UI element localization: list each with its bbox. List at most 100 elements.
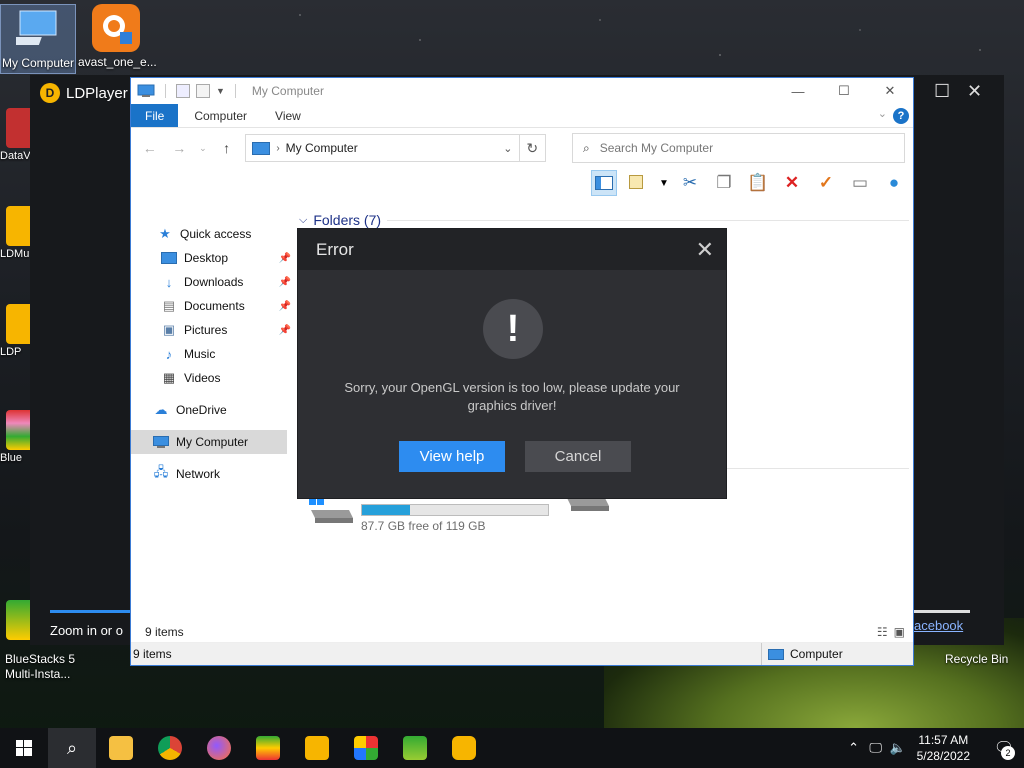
nav-item-my-computer[interactable]: My Computer [131,430,287,454]
network-icon[interactable]: 🖵 [865,740,887,756]
computer-icon [14,5,62,53]
details-view-icon[interactable]: ☷ [877,625,888,639]
drive-usage-fill [362,505,411,515]
clock-date: 5/28/2022 [916,749,970,763]
cut-icon[interactable]: ✂ [677,170,703,196]
start-button[interactable] [0,728,48,768]
ldmultiplayer-icon [304,736,329,760]
folders-group-header[interactable]: ⌵ Folders (7) [299,212,909,228]
nav-item-music[interactable]: ♪ Music [131,342,295,366]
address-dropdown-icon[interactable]: ⌄ [503,142,512,155]
nav-item-pictures[interactable]: ▣ Pictures 📌 [131,318,295,342]
search-input[interactable]: ⌕ Search My Computer [571,133,905,163]
properties-icon[interactable] [176,84,190,98]
desktop-icon-bluestacks-multi[interactable] [0,600,30,642]
minimize-icon[interactable]: — [775,78,821,104]
taskbar-bluestacks[interactable] [243,728,292,768]
volume-icon[interactable]: 🔈 [887,740,909,756]
navigation-pane-icon[interactable] [591,170,617,196]
pin-icon[interactable]: 📌 [279,325,291,336]
ldplayer-title-text: LDPlayer [66,84,128,102]
address-row: ← → ⌄ ↑ › My Computer ⌄ ↻ ⌕ Search My Co… [131,128,913,168]
notification-center-button[interactable]: 🗨 2 [984,728,1024,768]
breadcrumb[interactable]: My Computer [286,141,498,155]
film-icon: ▦ [162,370,176,385]
ldplayer-zoom-text: Zoom in or o [50,623,123,638]
desktop-icon-label: DataV [0,150,31,162]
command-toolbar: ▼ ✂ ❐ 📋 ✕ ✓ ▭ ● [131,168,913,198]
new-folder-icon[interactable] [196,84,210,98]
desktop-icon-bluestacks-multi-label: BlueStacks 5 Multi-Insta... [5,652,75,682]
dialog-header: Error ✕ [298,229,726,270]
breadcrumb-chevron-icon[interactable]: › [276,143,279,154]
maximize-icon[interactable]: ☐ [821,78,867,104]
music-note-icon: ♪ [165,346,173,362]
tab-computer[interactable]: Computer [180,104,261,127]
address-bar[interactable]: › My Computer ⌄ [245,134,520,162]
chrome-icon [157,736,182,760]
tab-file[interactable]: File [131,104,179,127]
maximize-icon[interactable]: ☐ [934,81,950,102]
up-icon[interactable]: ↑ [216,140,238,156]
taskbar-file-explorer[interactable] [96,728,145,768]
back-icon[interactable]: ← [139,140,161,156]
nav-item-network[interactable]: 🖧 Network [131,462,295,486]
show-hidden-icons-icon[interactable]: ⌃ [843,740,865,756]
large-icons-view-icon[interactable]: ▣ [894,625,905,639]
close-icon[interactable]: ✕ [696,237,714,263]
cancel-button[interactable]: Cancel [525,441,631,472]
paste-icon[interactable]: 📋 [745,170,771,196]
taskbar-ldplayer[interactable] [439,728,488,768]
nav-item-desktop[interactable]: Desktop 📌 [131,246,295,270]
pin-icon[interactable]: 📌 [279,253,291,264]
view-help-button[interactable]: View help [399,441,505,472]
desktop-folder-icon [161,250,177,266]
nav-item-quick-access[interactable]: ★ Quick access [131,222,295,246]
window-controls: — ☐ ✕ [775,78,913,104]
taskbar-ldmultiplayer[interactable] [292,728,341,768]
preview-pane-icon[interactable] [625,170,651,196]
nav-item-onedrive[interactable]: ☁ OneDrive [131,398,295,422]
clock[interactable]: 11:57 AM 5/28/2022 [917,732,970,764]
pin-icon[interactable]: 📌 [279,301,291,312]
delete-icon[interactable]: ✕ [779,170,805,196]
nav-item-label: Music [184,347,216,361]
search-icon: ⌕ [582,140,590,155]
globe-icon[interactable]: ● [881,170,907,196]
window-title: My Computer [251,84,324,98]
navigation-pane: ★ Quick access Desktop 📌 ↓ Downloads 📌 ▤… [131,206,295,621]
notification-badge: 2 [1001,746,1015,760]
forward-icon[interactable]: → [169,140,191,156]
pin-icon[interactable]: 📌 [279,277,291,288]
facebook-link[interactable]: acebook [914,618,963,633]
rename-icon[interactable]: ▭ [847,170,873,196]
checkmark-icon[interactable]: ✓ [813,170,839,196]
help-icon[interactable]: ? [893,108,909,124]
nav-item-downloads[interactable]: ↓ Downloads 📌 [131,270,295,294]
copy-icon[interactable]: ❐ [711,170,737,196]
desktop-icon-recycle-bin[interactable]: Recycle Bin [945,652,1008,666]
search-button[interactable]: ⌕ [48,728,96,768]
desktop-icon-my-computer[interactable]: My Computer [0,4,76,74]
close-icon[interactable]: ✕ [967,81,982,102]
nav-item-videos[interactable]: ▦ Videos [131,366,295,390]
expand-ribbon-icon[interactable]: ⌄ [878,107,887,120]
star-icon: ★ [159,226,171,241]
exclamation-icon: ! [483,299,543,359]
tab-view[interactable]: View [261,104,315,127]
nav-item-label: Downloads [184,275,244,289]
close-icon[interactable]: ✕ [867,78,913,104]
desktop-icon-avast[interactable]: avast_one_e... [78,4,157,69]
taskbar-chrome[interactable] [145,728,194,768]
nav-gap [131,390,295,398]
refresh-button[interactable]: ↻ [518,134,546,162]
layout-dropdown-icon[interactable]: ▼ [659,170,669,196]
item-count: 9 items [145,624,184,639]
firefox-icon [206,736,231,760]
taskbar-firefox[interactable] [194,728,243,768]
taskbar-multi-app[interactable] [341,728,390,768]
recent-locations-icon[interactable]: ⌄ [198,143,208,154]
customize-quick-access-icon[interactable]: ▼ [216,86,225,96]
nav-item-documents[interactable]: ▤ Documents 📌 [131,294,295,318]
taskbar-bluestacks-multi[interactable] [390,728,439,768]
